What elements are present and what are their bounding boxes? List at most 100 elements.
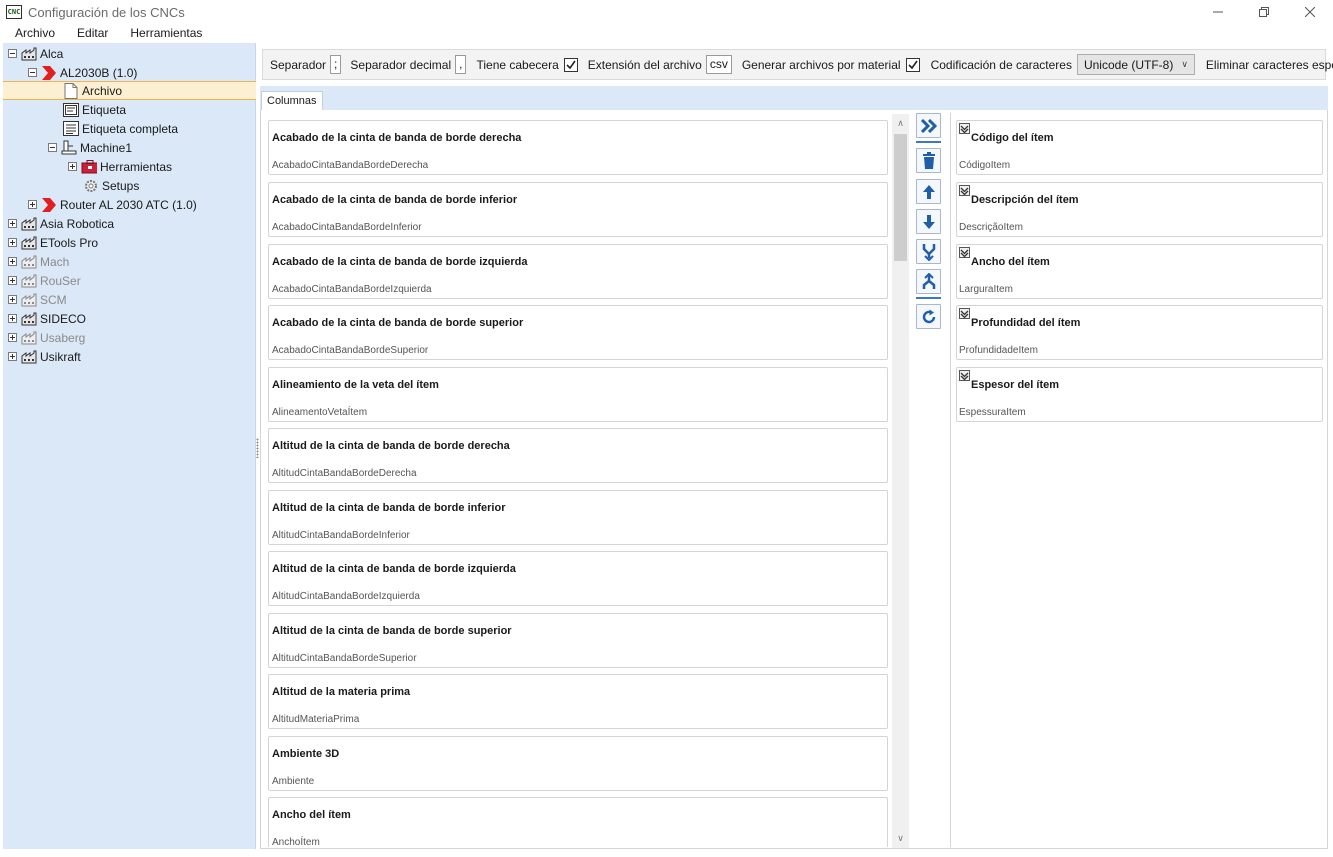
list-item[interactable]: Acabado de la cinta de banda de borde in… — [268, 182, 888, 237]
split-button[interactable] — [916, 269, 941, 294]
column-field: ProfundidadeItem — [959, 345, 1038, 356]
column-title: Ambiente 3D — [272, 748, 340, 760]
list-item[interactable]: Altitud de la cinta de banda de borde de… — [268, 428, 888, 483]
window-title: Configuración de los CNCs — [28, 4, 185, 20]
expand-icon[interactable] — [28, 200, 37, 209]
merge-button[interactable] — [916, 239, 941, 264]
gear-icon — [83, 178, 99, 194]
list-item[interactable]: Altitud de la cinta de banda de borde in… — [268, 490, 888, 545]
tree-item-etiqueta[interactable]: Etiqueta — [63, 100, 126, 119]
tab-strip: Columnas — [260, 86, 1328, 111]
restore-button[interactable] — [1241, 0, 1287, 24]
collapse-icon[interactable] — [28, 68, 37, 77]
list-item[interactable]: Descripción del ítem DescriçãoItem — [956, 182, 1323, 237]
tree-item-herramientas[interactable]: Herramientas — [68, 157, 172, 176]
tree-item-machine1[interactable]: Machine1 — [48, 138, 132, 157]
minimize-button[interactable] — [1195, 0, 1241, 24]
list-item[interactable]: Acabado de la cinta de banda de borde su… — [268, 305, 888, 360]
factory-icon — [21, 273, 37, 289]
column-field: AlineamentoVetaÍtem — [272, 407, 368, 418]
tree-item-usaberg[interactable]: Usaberg — [8, 328, 85, 347]
menu-herramientas[interactable]: Herramientas — [119, 24, 213, 43]
factory-icon — [21, 349, 37, 365]
tree-item-asia-robotica[interactable]: Asia Robotica — [8, 214, 114, 233]
expand-icon[interactable] — [8, 352, 17, 361]
factory-icon — [21, 330, 37, 346]
menu-archivo[interactable]: Archivo — [0, 24, 66, 43]
expand-icon[interactable] — [8, 219, 17, 228]
menu-editar[interactable]: Editar — [66, 24, 119, 43]
delete-button[interactable] — [916, 148, 941, 173]
expand-icon[interactable] — [8, 314, 17, 323]
expand-icon[interactable] — [68, 162, 77, 171]
tree-item-scm[interactable]: SCM — [8, 290, 67, 309]
list-item[interactable]: Acabado de la cinta de banda de borde iz… — [268, 244, 888, 299]
tree-item-mach[interactable]: Mach — [8, 252, 69, 271]
tree-item-archivo[interactable]: Archivo — [3, 81, 256, 100]
list-scrollbar[interactable]: ∧ ∨ — [892, 114, 909, 848]
list-item[interactable]: Altitud de la materia prima AltitudMater… — [268, 674, 888, 729]
tree-label: Setups — [102, 178, 140, 193]
expand-icon[interactable] — [8, 238, 17, 247]
scroll-thumb[interactable] — [894, 134, 907, 261]
chevron-down-icon[interactable] — [959, 308, 970, 319]
list-item[interactable]: Profundidad del ítem ProfundidadeItem — [956, 305, 1323, 360]
tree-item-router[interactable]: Router AL 2030 ATC (1.0) — [28, 195, 197, 214]
tree-item-setups[interactable]: Setups — [83, 176, 139, 195]
move-up-button[interactable] — [916, 179, 941, 204]
codificacion-select[interactable]: Unicode (UTF-8) ∨ — [1076, 54, 1195, 75]
splitter-handle[interactable] — [256, 438, 259, 458]
tab-columnas[interactable]: Columnas — [261, 91, 323, 111]
close-button[interactable] — [1287, 0, 1333, 24]
tree-item-al2030b[interactable]: AL2030B (1.0) — [28, 63, 137, 82]
tree-item-usikraft[interactable]: Usikraft — [8, 347, 81, 366]
list-item[interactable]: Acabado de la cinta de banda de borde de… — [268, 120, 888, 175]
expand-icon[interactable] — [8, 276, 17, 285]
move-down-button[interactable] — [916, 209, 941, 234]
add-all-button[interactable] — [916, 113, 941, 138]
column-title: Profundidad del ítem — [971, 317, 1081, 329]
separador-decimal-input[interactable]: , — [455, 55, 467, 74]
tree-item-etiqueta-completa[interactable]: Etiqueta completa — [63, 119, 178, 138]
chevron-down-icon[interactable] — [959, 247, 970, 258]
column-title: Código del ítem — [971, 132, 1054, 144]
tree-label: Etiqueta — [82, 102, 127, 117]
tiene-cabecera-checkbox[interactable] — [563, 57, 578, 72]
generar-checkbox[interactable] — [905, 57, 920, 72]
selected-columns-list: Código del ítem CódigoItem Descripción d… — [950, 113, 1326, 847]
codificacion-label: Codificación de caracteres — [930, 57, 1072, 72]
title-bar: CNC Configuración de los CNCs — [0, 0, 1333, 24]
tree-item-alca[interactable]: Alca — [8, 44, 63, 63]
tree-item-sideco[interactable]: SIDECO — [8, 309, 86, 328]
tree-item-rouser[interactable]: RouSer — [8, 271, 81, 290]
extension-input[interactable]: csv — [705, 55, 732, 74]
expand-icon[interactable] — [8, 333, 17, 342]
list-item[interactable]: Espesor del ítem EspessuraItem — [956, 367, 1323, 422]
list-item[interactable]: Ancho del ítem LarguraItem — [956, 244, 1323, 299]
list-item[interactable]: Altitud de la cinta de banda de borde su… — [268, 613, 888, 668]
list-item[interactable]: Alineamiento de la veta del ítem Alineam… — [268, 367, 888, 422]
collapse-icon[interactable] — [8, 49, 17, 58]
column-title: Altitud de la cinta de banda de borde iz… — [272, 563, 516, 575]
expand-icon[interactable] — [8, 257, 17, 266]
restore-icon — [1259, 7, 1269, 17]
column-field: DescriçãoItem — [959, 222, 1023, 233]
scroll-down-icon[interactable]: ∨ — [892, 830, 909, 847]
chevron-down-icon[interactable] — [959, 185, 970, 196]
separador-input[interactable]: ; — [330, 55, 342, 74]
collapse-icon[interactable] — [48, 143, 57, 152]
list-item[interactable]: Altitud de la cinta de banda de borde iz… — [268, 551, 888, 606]
tree-item-etools-pro[interactable]: ETools Pro — [8, 233, 98, 252]
extension-label: Extensión del archivo — [587, 57, 702, 72]
list-item[interactable]: Ambiente 3D Ambiente — [268, 736, 888, 791]
export-options-bar: Separador ; Separador decimal , Tiene ca… — [262, 49, 1333, 80]
chevron-down-icon[interactable] — [959, 370, 970, 381]
list-item[interactable]: Código del ítem CódigoItem — [956, 120, 1323, 175]
scroll-up-icon[interactable]: ∧ — [892, 115, 909, 132]
chevron-down-icon[interactable] — [959, 123, 970, 134]
column-field: CódigoItem — [959, 160, 1011, 171]
factory-icon — [21, 46, 37, 62]
list-item[interactable]: Ancho del ítem AnchoÍtem — [268, 797, 888, 847]
expand-icon[interactable] — [8, 295, 17, 304]
refresh-button[interactable] — [916, 304, 941, 329]
